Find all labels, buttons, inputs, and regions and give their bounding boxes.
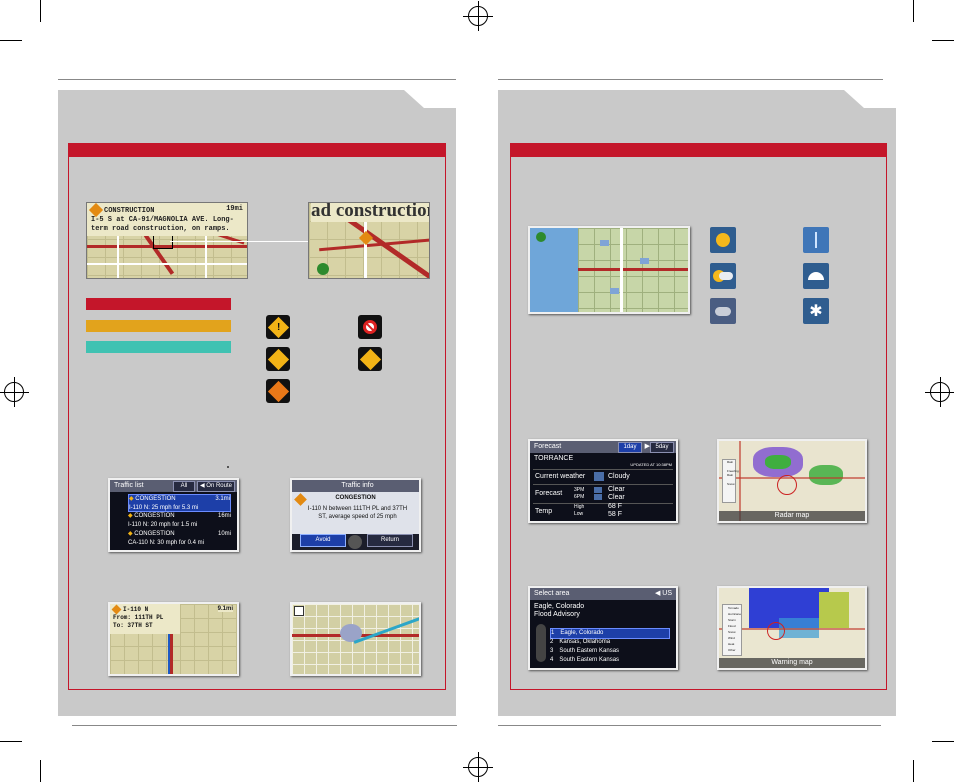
traffic-list-title: Traffic list	[114, 482, 144, 489]
return-button[interactable]: Return	[367, 534, 413, 547]
traffic-list-item[interactable]: ◆ CONGESTION 10mi CA-110 N: 30 mph for 0…	[128, 530, 231, 546]
area-list-item[interactable]: 4 South Eastern Kansas	[550, 656, 670, 665]
crop-mark	[913, 0, 914, 22]
registration-mark	[463, 1, 493, 31]
forecast-value: Clear	[608, 486, 625, 493]
scroll-dial[interactable]	[536, 624, 546, 662]
route-distance: 9.1mi	[217, 606, 233, 612]
clear-icon	[594, 494, 602, 500]
current-weather-value: Cloudy	[608, 473, 630, 480]
dot	[227, 466, 229, 468]
showers-icon	[803, 263, 829, 289]
header-rule	[58, 79, 456, 80]
accident-icon	[266, 347, 290, 371]
construction-icon	[111, 604, 122, 615]
registration-mark	[0, 377, 29, 407]
compass-icon	[536, 232, 546, 242]
weather-marker-icon	[600, 240, 609, 246]
legend-heavy-traffic	[86, 298, 231, 310]
crosshair-icon	[777, 475, 797, 495]
registration-mark	[925, 377, 954, 407]
radar-map-caption: Radar map	[719, 511, 865, 521]
road-closed-icon	[358, 315, 382, 339]
area-list-item[interactable]: 2 Kansas, Oklahoma	[550, 638, 670, 647]
radar-legend: Rain Freezing Rain Snow	[722, 459, 739, 503]
traffic-list-item[interactable]: ◆ CONGESTION 3.1mi I-110 N: 25 mph for 5…	[128, 494, 231, 512]
low-temp: 58 F	[608, 511, 623, 518]
weather-marker-icon	[610, 288, 619, 294]
route-map-screen: I-110 N From: 111TH PL To: 37TH ST 9.1mi	[108, 602, 239, 676]
crop-mark	[0, 741, 22, 742]
low-label: Low	[574, 511, 584, 517]
construction-icon	[266, 379, 290, 403]
crop-mark	[40, 0, 41, 22]
legend-light-traffic	[86, 341, 231, 353]
clear-icon	[594, 487, 602, 493]
forecast-value: Clear	[608, 494, 625, 501]
city-map-screen	[290, 602, 421, 676]
forecast-title: Forecast	[534, 443, 562, 450]
area-scope[interactable]: ◀ US	[655, 588, 672, 600]
forecast-city: TORRANCE	[534, 455, 574, 462]
dial-knob	[348, 535, 362, 549]
callout-line	[170, 241, 310, 242]
traffic-info-screen: Traffic info CONGESTION I-110 N between …	[290, 478, 421, 552]
crop-mark	[40, 760, 41, 782]
incident-description: I-110 N between 111TH PL and 37TH ST, av…	[307, 506, 408, 520]
traffic-info-title: Traffic info	[292, 480, 419, 492]
compass-icon	[294, 606, 304, 616]
tab-all[interactable]: All	[173, 481, 195, 492]
forecast-screen: Forecast 1day ▶ 5day TORRANCE UPDATED AT…	[528, 439, 678, 523]
weather-hazard-icon	[358, 347, 382, 371]
traffic-list-item[interactable]: ◆ CONGESTION 16mi I-110 N: 20 mph for 1.…	[128, 512, 231, 528]
footer-rule	[72, 725, 457, 726]
crop-mark	[932, 40, 954, 41]
warning-legend: Tornado Hurricane Storm Flood Snow Wind …	[722, 604, 742, 656]
crop-mark	[0, 40, 22, 41]
high-label: High	[574, 504, 585, 510]
avoid-button[interactable]: Avoid	[300, 534, 346, 547]
cloudy-icon	[594, 472, 604, 481]
tab-on-route[interactable]: ◀ On Route	[197, 481, 235, 492]
forecast-time: 6PM	[574, 494, 585, 500]
warning-location: Eagle, Colorado	[534, 603, 585, 610]
cloudy-icon	[710, 298, 736, 324]
weather-map	[528, 226, 690, 314]
tab-1day[interactable]: 1day	[618, 442, 642, 453]
warning-map-screen: Tornado Hurricane Storm Flood Snow Wind …	[717, 586, 867, 670]
temp-label: Temp	[535, 508, 553, 515]
partly-cloudy-icon	[710, 263, 736, 289]
forecast-updated: UPDATED AT 10:38PM	[630, 462, 672, 467]
legend-moderate-traffic	[86, 320, 231, 332]
crosshair-icon	[767, 622, 785, 640]
current-weather-label: Current weather	[535, 473, 586, 480]
header-rule	[498, 79, 883, 80]
warning-map-caption: Warning map	[719, 658, 865, 668]
forecast-time: 3PM	[574, 487, 585, 493]
radar-map-screen: Rain Freezing Rain Snow Radar map	[717, 439, 867, 523]
zoomed-banner-text: ad construction, on	[311, 203, 429, 222]
registration-mark	[463, 752, 493, 782]
area-list-item[interactable]: 3 South Eastern Kansas	[550, 647, 670, 656]
warning-type: Flood Advisory	[534, 611, 580, 618]
incident-title: CONGESTION	[335, 495, 376, 501]
crop-mark	[913, 760, 914, 782]
weather-marker-icon	[640, 258, 649, 264]
traffic-incident-banner: CONSTRUCTION 19mi I-5 S at CA-91/MAGNOLI…	[87, 203, 247, 236]
rain-icon	[803, 227, 829, 253]
incident-icon: !	[266, 315, 290, 339]
select-area-title: Select area	[534, 590, 570, 597]
route-incident-banner: I-110 N From: 111TH PL To: 37TH ST	[110, 604, 180, 634]
traffic-list-screen: Traffic list All ◀ On Route ◆ CONGESTION…	[108, 478, 239, 552]
footer-rule	[498, 725, 881, 726]
zoomed-map: ad construction, on	[308, 202, 430, 279]
highway-shield-icon	[317, 263, 329, 275]
snow-icon: ✱	[803, 298, 829, 324]
sunny-icon	[710, 227, 736, 253]
crop-mark	[932, 741, 954, 742]
high-temp: 68 F	[608, 503, 623, 510]
select-area-screen: Select area ◀ US Eagle, Colorado Flood A…	[528, 586, 678, 670]
forecast-label: Forecast	[535, 490, 563, 497]
tab-5day[interactable]: 5day	[650, 442, 674, 453]
